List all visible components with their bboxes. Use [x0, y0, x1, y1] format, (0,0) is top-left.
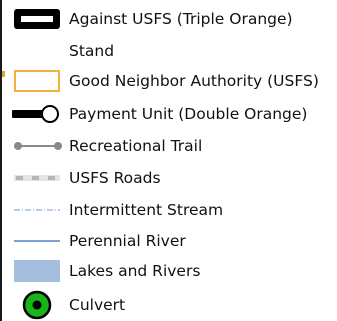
- legend-label: Payment Unit (Double Orange): [69, 105, 308, 123]
- thick-line-open-circle-symbol: [12, 105, 59, 123]
- orange-outlined-box-symbol: [14, 70, 60, 92]
- legend-item-stand: Stand: [0, 39, 337, 63]
- legend-item-intermittent-stream: Intermittent Stream: [0, 198, 337, 222]
- legend-label: Stand: [69, 42, 115, 60]
- legend-label: Perennial River: [69, 232, 186, 250]
- legend-label: Culvert: [69, 296, 126, 314]
- legend-item-good-neighbor-authority: Good Neighbor Authority (USFS): [0, 69, 337, 93]
- legend-item-culvert: Culvert: [0, 289, 337, 320]
- legend-label: Against USFS (Triple Orange): [69, 10, 293, 28]
- legend-label: Recreational Trail: [69, 137, 203, 155]
- thick-black-bar-symbol: [14, 9, 60, 29]
- culvert-icon: [22, 290, 52, 320]
- legend-label: USFS Roads: [69, 169, 161, 187]
- legend-label: Lakes and Rivers: [69, 262, 201, 280]
- map-legend: Against USFS (Triple Orange) Stand Good …: [0, 0, 337, 321]
- light-blue-fill-symbol: [14, 260, 60, 282]
- legend-label: Intermittent Stream: [69, 201, 224, 219]
- legend-item-lakes-and-rivers: Lakes and Rivers: [0, 259, 337, 283]
- legend-item-against-usfs: Against USFS (Triple Orange): [0, 7, 337, 31]
- thin-dash-dot-blue-line-symbol: [14, 209, 60, 211]
- legend-label: Good Neighbor Authority (USFS): [69, 72, 319, 90]
- blue-line-symbol: [14, 240, 60, 242]
- legend-item-usfs-roads: USFS Roads: [0, 166, 337, 190]
- gray-line-dot-ends-symbol: [14, 142, 62, 150]
- gray-dashed-line-symbol: [14, 175, 60, 181]
- legend-item-perennial-river: Perennial River: [0, 229, 337, 253]
- legend-item-recreational-trail: Recreational Trail: [0, 134, 337, 158]
- legend-item-payment-unit: Payment Unit (Double Orange): [0, 102, 337, 126]
